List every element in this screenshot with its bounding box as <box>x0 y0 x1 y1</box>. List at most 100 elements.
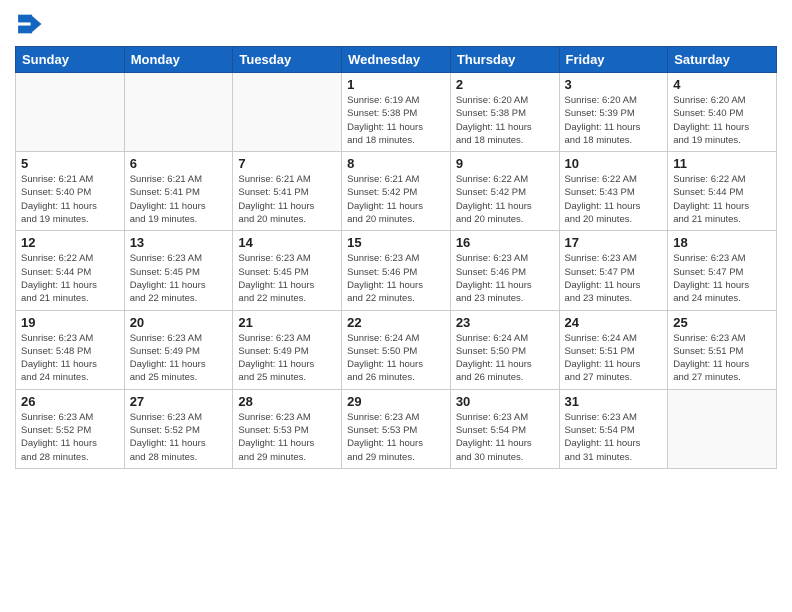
calendar-week-row: 1 Sunrise: 6:19 AM Sunset: 5:38 PM Daylig… <box>16 73 777 152</box>
calendar-cell: 19 Sunrise: 6:23 AM Sunset: 5:48 PM Dayli… <box>16 310 125 389</box>
day-info: Sunrise: 6:23 AM Sunset: 5:53 PM Dayligh… <box>347 411 445 464</box>
day-number: 8 <box>347 156 445 171</box>
day-info: Sunrise: 6:23 AM Sunset: 5:51 PM Dayligh… <box>673 332 771 385</box>
calendar-cell: 15 Sunrise: 6:23 AM Sunset: 5:46 PM Dayli… <box>342 231 451 310</box>
day-info: Sunrise: 6:23 AM Sunset: 5:52 PM Dayligh… <box>130 411 228 464</box>
day-number: 18 <box>673 235 771 250</box>
calendar-header-row: SundayMondayTuesdayWednesdayThursdayFrid… <box>16 47 777 73</box>
calendar-cell: 28 Sunrise: 6:23 AM Sunset: 5:53 PM Dayli… <box>233 389 342 468</box>
day-number: 20 <box>130 315 228 330</box>
calendar-cell: 12 Sunrise: 6:22 AM Sunset: 5:44 PM Dayli… <box>16 231 125 310</box>
calendar-cell: 8 Sunrise: 6:21 AM Sunset: 5:42 PM Daylig… <box>342 152 451 231</box>
calendar-cell: 22 Sunrise: 6:24 AM Sunset: 5:50 PM Dayli… <box>342 310 451 389</box>
calendar-day-header: Friday <box>559 47 668 73</box>
day-info: Sunrise: 6:20 AM Sunset: 5:38 PM Dayligh… <box>456 94 554 147</box>
day-info: Sunrise: 6:22 AM Sunset: 5:44 PM Dayligh… <box>21 252 119 305</box>
calendar-day-header: Sunday <box>16 47 125 73</box>
day-info: Sunrise: 6:22 AM Sunset: 5:43 PM Dayligh… <box>565 173 663 226</box>
day-number: 15 <box>347 235 445 250</box>
calendar-cell: 6Sunrise: 6:21 AM Sunset: 5:41 PM Daylig… <box>124 152 233 231</box>
day-info: Sunrise: 6:22 AM Sunset: 5:42 PM Dayligh… <box>456 173 554 226</box>
day-info: Sunrise: 6:23 AM Sunset: 5:49 PM Dayligh… <box>130 332 228 385</box>
calendar-day-header: Tuesday <box>233 47 342 73</box>
calendar-cell: 3 Sunrise: 6:20 AM Sunset: 5:39 PM Daylig… <box>559 73 668 152</box>
calendar-cell: 26 Sunrise: 6:23 AM Sunset: 5:52 PM Dayli… <box>16 389 125 468</box>
day-number: 24 <box>565 315 663 330</box>
page: SundayMondayTuesdayWednesdayThursdayFrid… <box>0 0 792 612</box>
day-number: 23 <box>456 315 554 330</box>
day-info: Sunrise: 6:21 AM Sunset: 5:41 PM Dayligh… <box>238 173 336 226</box>
calendar-cell: 20 Sunrise: 6:23 AM Sunset: 5:49 PM Dayli… <box>124 310 233 389</box>
calendar-cell <box>124 73 233 152</box>
calendar-cell: 16 Sunrise: 6:23 AM Sunset: 5:46 PM Dayli… <box>450 231 559 310</box>
day-info: Sunrise: 6:23 AM Sunset: 5:54 PM Dayligh… <box>565 411 663 464</box>
day-number: 17 <box>565 235 663 250</box>
calendar-table: SundayMondayTuesdayWednesdayThursdayFrid… <box>15 46 777 469</box>
calendar-cell: 21 Sunrise: 6:23 AM Sunset: 5:49 PM Dayli… <box>233 310 342 389</box>
day-number: 7 <box>238 156 336 171</box>
day-info: Sunrise: 6:23 AM Sunset: 5:47 PM Dayligh… <box>565 252 663 305</box>
logo-icon <box>15 10 43 38</box>
day-number: 22 <box>347 315 445 330</box>
calendar-day-header: Thursday <box>450 47 559 73</box>
day-info: Sunrise: 6:23 AM Sunset: 5:45 PM Dayligh… <box>238 252 336 305</box>
day-info: Sunrise: 6:23 AM Sunset: 5:45 PM Dayligh… <box>130 252 228 305</box>
day-info: Sunrise: 6:23 AM Sunset: 5:48 PM Dayligh… <box>21 332 119 385</box>
day-number: 26 <box>21 394 119 409</box>
calendar-cell: 27 Sunrise: 6:23 AM Sunset: 5:52 PM Dayli… <box>124 389 233 468</box>
calendar-cell: 13 Sunrise: 6:23 AM Sunset: 5:45 PM Dayli… <box>124 231 233 310</box>
calendar-cell: 25Sunrise: 6:23 AM Sunset: 5:51 PM Dayli… <box>668 310 777 389</box>
day-number: 4 <box>673 77 771 92</box>
calendar-day-header: Wednesday <box>342 47 451 73</box>
calendar-cell: 31 Sunrise: 6:23 AM Sunset: 5:54 PM Dayli… <box>559 389 668 468</box>
logo <box>15 10 47 38</box>
calendar-day-header: Monday <box>124 47 233 73</box>
day-info: Sunrise: 6:24 AM Sunset: 5:50 PM Dayligh… <box>347 332 445 385</box>
calendar-week-row: 19 Sunrise: 6:23 AM Sunset: 5:48 PM Dayli… <box>16 310 777 389</box>
calendar-cell: 14 Sunrise: 6:23 AM Sunset: 5:45 PM Dayli… <box>233 231 342 310</box>
day-number: 29 <box>347 394 445 409</box>
day-number: 1 <box>347 77 445 92</box>
calendar-week-row: 5Sunrise: 6:21 AM Sunset: 5:40 PM Daylig… <box>16 152 777 231</box>
day-number: 21 <box>238 315 336 330</box>
day-number: 9 <box>456 156 554 171</box>
calendar-cell: 29 Sunrise: 6:23 AM Sunset: 5:53 PM Dayli… <box>342 389 451 468</box>
day-number: 10 <box>565 156 663 171</box>
calendar-cell: 30Sunrise: 6:23 AM Sunset: 5:54 PM Dayli… <box>450 389 559 468</box>
calendar-cell <box>233 73 342 152</box>
calendar-cell: 1 Sunrise: 6:19 AM Sunset: 5:38 PM Daylig… <box>342 73 451 152</box>
day-number: 28 <box>238 394 336 409</box>
calendar-cell: 23 Sunrise: 6:24 AM Sunset: 5:50 PM Dayli… <box>450 310 559 389</box>
calendar-cell: 9 Sunrise: 6:22 AM Sunset: 5:42 PM Daylig… <box>450 152 559 231</box>
day-number: 3 <box>565 77 663 92</box>
calendar-cell: 4Sunrise: 6:20 AM Sunset: 5:40 PM Daylig… <box>668 73 777 152</box>
calendar-cell: 7 Sunrise: 6:21 AM Sunset: 5:41 PM Daylig… <box>233 152 342 231</box>
day-info: Sunrise: 6:24 AM Sunset: 5:50 PM Dayligh… <box>456 332 554 385</box>
calendar-day-header: Saturday <box>668 47 777 73</box>
day-number: 14 <box>238 235 336 250</box>
day-number: 11 <box>673 156 771 171</box>
day-number: 16 <box>456 235 554 250</box>
day-info: Sunrise: 6:23 AM Sunset: 5:52 PM Dayligh… <box>21 411 119 464</box>
day-info: Sunrise: 6:19 AM Sunset: 5:38 PM Dayligh… <box>347 94 445 147</box>
day-info: Sunrise: 6:23 AM Sunset: 5:53 PM Dayligh… <box>238 411 336 464</box>
day-info: Sunrise: 6:20 AM Sunset: 5:39 PM Dayligh… <box>565 94 663 147</box>
calendar-cell: 18Sunrise: 6:23 AM Sunset: 5:47 PM Dayli… <box>668 231 777 310</box>
calendar-cell: 2Sunrise: 6:20 AM Sunset: 5:38 PM Daylig… <box>450 73 559 152</box>
day-info: Sunrise: 6:23 AM Sunset: 5:46 PM Dayligh… <box>456 252 554 305</box>
day-info: Sunrise: 6:23 AM Sunset: 5:49 PM Dayligh… <box>238 332 336 385</box>
calendar-cell: 5Sunrise: 6:21 AM Sunset: 5:40 PM Daylig… <box>16 152 125 231</box>
calendar-cell: 11Sunrise: 6:22 AM Sunset: 5:44 PM Dayli… <box>668 152 777 231</box>
day-info: Sunrise: 6:24 AM Sunset: 5:51 PM Dayligh… <box>565 332 663 385</box>
day-number: 27 <box>130 394 228 409</box>
day-number: 31 <box>565 394 663 409</box>
day-number: 19 <box>21 315 119 330</box>
day-info: Sunrise: 6:23 AM Sunset: 5:46 PM Dayligh… <box>347 252 445 305</box>
day-number: 13 <box>130 235 228 250</box>
calendar-cell: 24 Sunrise: 6:24 AM Sunset: 5:51 PM Dayli… <box>559 310 668 389</box>
calendar-cell <box>668 389 777 468</box>
day-info: Sunrise: 6:21 AM Sunset: 5:42 PM Dayligh… <box>347 173 445 226</box>
day-info: Sunrise: 6:23 AM Sunset: 5:54 PM Dayligh… <box>456 411 554 464</box>
day-number: 12 <box>21 235 119 250</box>
calendar-cell: 17 Sunrise: 6:23 AM Sunset: 5:47 PM Dayli… <box>559 231 668 310</box>
